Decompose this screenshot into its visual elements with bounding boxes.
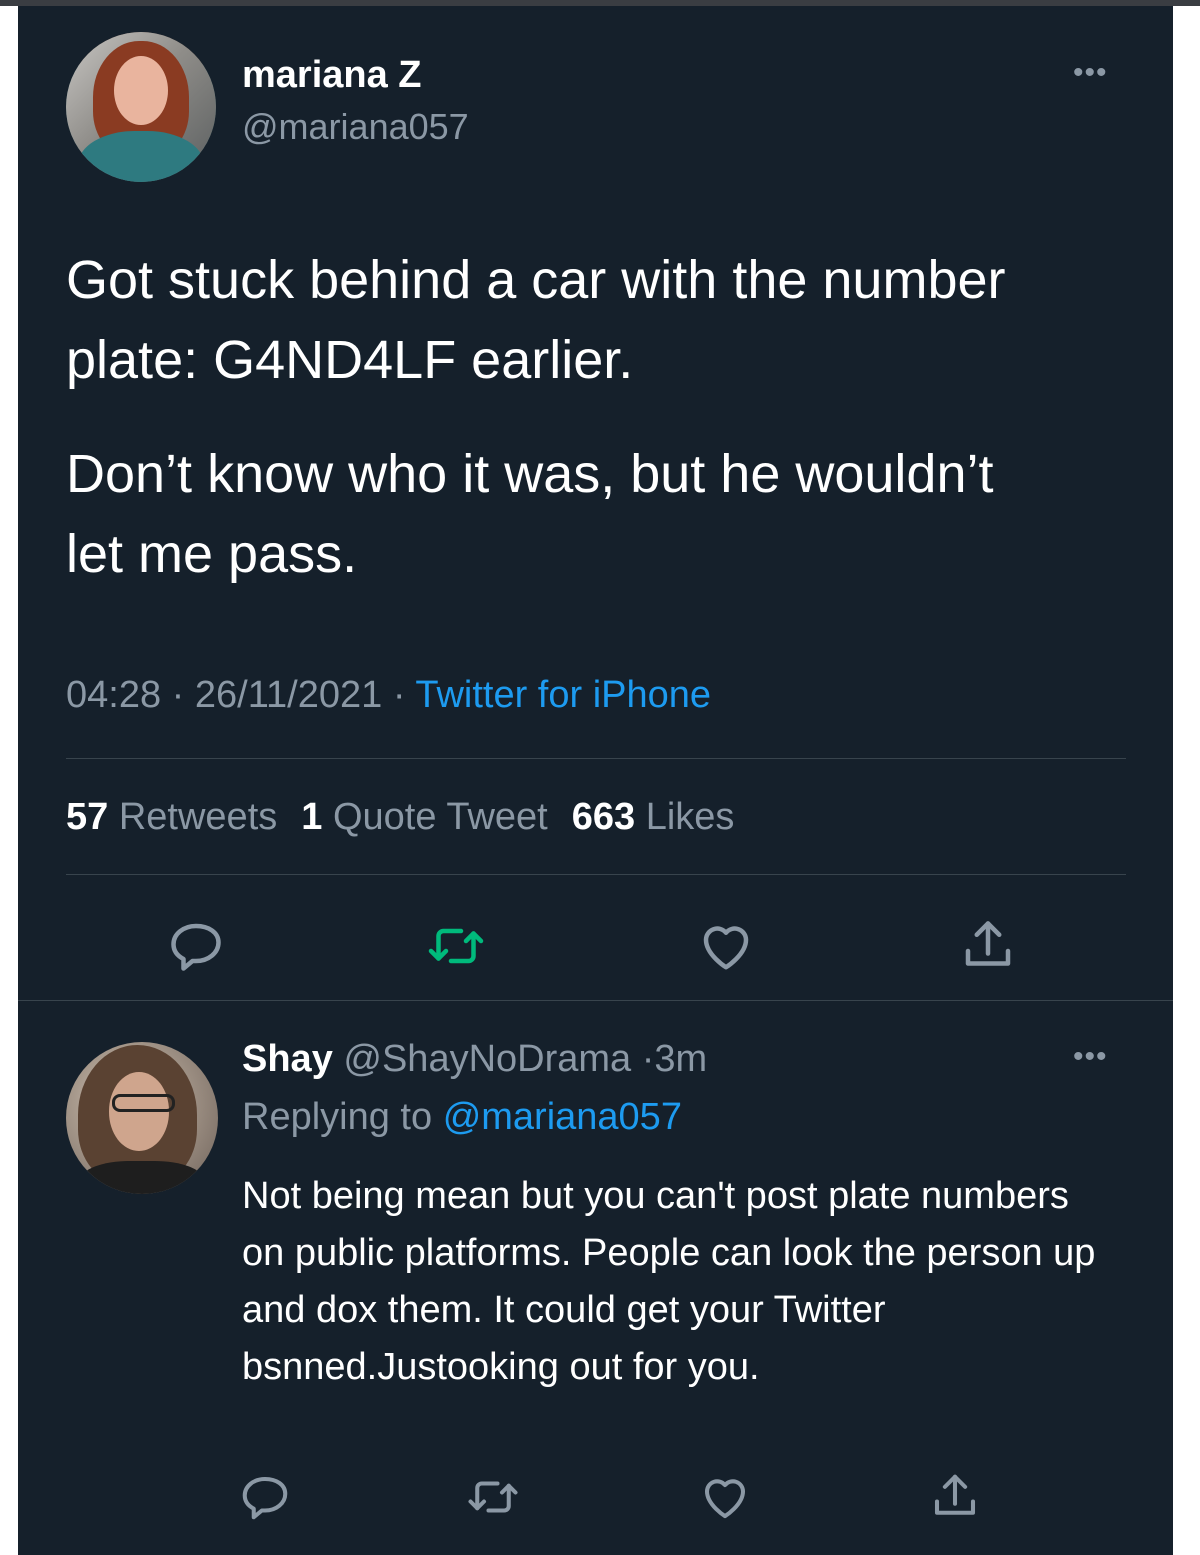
tweet-date[interactable]: 26/11/2021 (195, 674, 382, 716)
reply-author-avatar[interactable] (66, 1042, 218, 1194)
reply-icon[interactable] (238, 1470, 292, 1524)
like-icon[interactable] (698, 1470, 752, 1524)
tweet-detail-panel: mariana Z @mariana057 ••• Got stuck behi… (18, 6, 1173, 1555)
tweet-time[interactable]: 04:28 (66, 674, 161, 716)
retweets-count: 57 (66, 796, 109, 838)
more-options-icon[interactable]: ••• (1073, 58, 1108, 88)
meta-separator: · (171, 674, 185, 716)
reply-author-handle[interactable]: @ShayNoDrama (343, 1038, 631, 1080)
replying-to-mention[interactable]: @mariana057 (443, 1096, 682, 1138)
tweet-metadata: 04:28 · 26/11/2021 · Twitter for iPhone (66, 674, 711, 717)
quotes-stat[interactable]: 1 Quote Tweet (301, 796, 547, 838)
more-options-icon[interactable]: ••• (1073, 1042, 1108, 1072)
like-icon[interactable] (696, 916, 756, 976)
likes-count: 663 (571, 796, 636, 838)
tweet-text-paragraph-1: Got stuck behind a car with the number p… (66, 250, 1006, 390)
reply-header: Shay @ShayNoDrama ·3m (242, 1038, 707, 1081)
likes-stat[interactable]: 663 Likes (572, 796, 735, 838)
tweet-source-link[interactable]: Twitter for iPhone (415, 674, 711, 716)
meta-separator: · (392, 674, 406, 716)
author-handle[interactable]: @mariana057 (242, 106, 469, 148)
divider (66, 758, 1126, 759)
replying-to-line: Replying to @mariana057 (242, 1096, 682, 1139)
quotes-label: Quote Tweet (332, 796, 548, 838)
share-icon[interactable] (958, 916, 1018, 976)
retweets-label: Retweets (118, 796, 278, 838)
divider (66, 874, 1126, 875)
tweet-text-paragraph-2: Don’t know who it was, but he wouldn’t l… (66, 444, 994, 584)
retweet-icon[interactable] (466, 1470, 520, 1524)
author-display-name[interactable]: mariana Z (242, 54, 422, 97)
reply-age[interactable]: 3m (654, 1038, 707, 1080)
reply-icon[interactable] (166, 916, 226, 976)
author-avatar[interactable] (66, 32, 216, 182)
engagement-stats: 57 Retweets 1 Quote Tweet 663 Likes (66, 796, 734, 839)
likes-label: Likes (645, 796, 735, 838)
retweet-icon[interactable] (426, 916, 486, 976)
replying-to-label: Replying to (242, 1096, 433, 1138)
meta-separator: · (641, 1038, 655, 1080)
quotes-count: 1 (301, 796, 323, 838)
reply-author-display-name[interactable]: Shay (242, 1038, 333, 1080)
share-icon[interactable] (928, 1470, 982, 1524)
reply-text: Not being mean but you can't post plate … (242, 1175, 1096, 1388)
retweets-stat[interactable]: 57 Retweets (66, 796, 277, 838)
divider (18, 1000, 1173, 1001)
